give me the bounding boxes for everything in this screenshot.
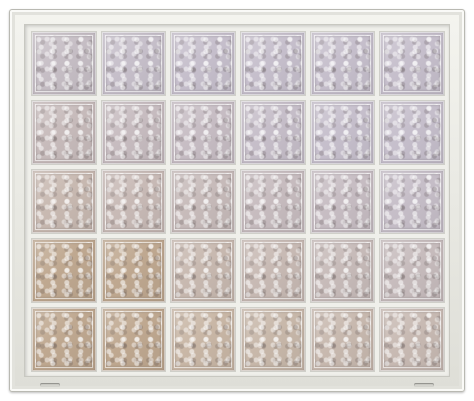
glass-block (239, 100, 306, 165)
glass-block (31, 100, 97, 165)
glass-block-grid (31, 31, 445, 372)
glass-block (170, 31, 236, 96)
glass-block-window-photo (0, 0, 474, 401)
glass-block (170, 100, 236, 165)
glass-block (379, 169, 445, 234)
weep-hole-right-icon (414, 383, 434, 387)
glass-block (309, 238, 376, 303)
glass-block (309, 169, 376, 234)
glass-block (379, 31, 445, 96)
glass-block (31, 31, 97, 96)
glass-block (31, 307, 97, 372)
glass-block (309, 307, 376, 372)
window-opening (24, 24, 450, 377)
glass-block (379, 307, 445, 372)
glass-block (170, 169, 236, 234)
glass-block (239, 31, 306, 96)
glass-block (100, 100, 167, 165)
glass-block (239, 169, 306, 234)
glass-block (170, 238, 236, 303)
glass-block (170, 307, 236, 372)
glass-block (100, 238, 167, 303)
glass-block (100, 31, 167, 96)
glass-block (31, 238, 97, 303)
glass-block (239, 238, 306, 303)
window-frame (9, 9, 465, 392)
weep-hole-left-icon (40, 383, 60, 387)
glass-block (239, 307, 306, 372)
glass-block (100, 307, 167, 372)
glass-block (100, 169, 167, 234)
glass-block (31, 169, 97, 234)
glass-block (309, 31, 376, 96)
glass-block (309, 100, 376, 165)
glass-block (379, 100, 445, 165)
glass-block (379, 238, 445, 303)
